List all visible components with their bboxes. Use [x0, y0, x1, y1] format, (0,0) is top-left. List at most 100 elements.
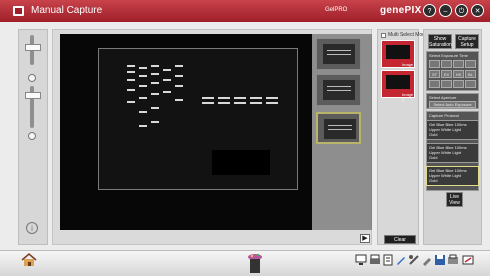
home-icon[interactable] — [21, 253, 37, 267]
exposure-group-title: Select Exposure Time — [429, 53, 468, 58]
edit-icon[interactable] — [421, 254, 433, 266]
filter-button-hx[interactable]: HX — [453, 70, 464, 78]
gel-band — [163, 79, 171, 81]
thumbnail-preview — [324, 119, 356, 139]
gel-band — [151, 65, 159, 67]
gel-band — [175, 65, 183, 67]
gel-band — [139, 67, 147, 69]
gel-band — [139, 125, 147, 127]
exposure-preset-button[interactable] — [453, 80, 464, 88]
bottom-toolbar — [0, 250, 490, 276]
monitor-icon[interactable] — [355, 254, 367, 266]
exposure-preset-button[interactable] — [429, 60, 440, 68]
multi-select-panel: Multi Select Mode Image 1 Image 2 — [377, 29, 428, 245]
zoom-out-icon[interactable] — [28, 132, 36, 140]
save-icon[interactable] — [434, 254, 446, 266]
settings-icon[interactable] — [462, 254, 474, 266]
filter-button-ex[interactable]: EX — [441, 70, 452, 78]
exposure-group: Select Exposure Time ST EX HX BL — [426, 51, 479, 91]
gel-band — [250, 102, 262, 104]
filter-button-st[interactable]: ST — [429, 70, 440, 78]
thumbnail-preview — [323, 80, 355, 100]
protocol-condition[interactable]: Gel Blue Bine 100ms Upper White Light Go… — [426, 120, 479, 140]
brightness-slider-thumb[interactable] — [25, 44, 41, 51]
brand-small: GelPRO — [325, 7, 348, 13]
exposure-preset-button[interactable] — [453, 60, 464, 68]
condition-line: Gold — [429, 155, 438, 160]
protocol-condition[interactable]: Gel Blue Bine 100ms Upper White Light Go… — [426, 143, 479, 163]
condition-line: Gold — [429, 178, 438, 183]
gel-band — [139, 111, 147, 113]
annotate-icon[interactable] — [395, 254, 407, 266]
window-title: Manual Capture — [31, 5, 103, 16]
mini-band — [327, 54, 351, 55]
capture-setup-button[interactable]: Capture Setup — [455, 34, 479, 49]
exposure-preset-button[interactable] — [441, 80, 452, 88]
captured-image[interactable]: Image 1 — [381, 40, 415, 72]
live-view-button[interactable]: Live View — [446, 192, 463, 207]
gel-band — [127, 65, 135, 67]
gel-band — [139, 85, 147, 87]
gel-band — [202, 102, 214, 104]
help-button[interactable]: ? — [423, 4, 436, 17]
tools-icon[interactable] — [408, 254, 420, 266]
mini-band — [328, 125, 352, 126]
capture-settings-panel: Show Saturation Capture Setup Select Exp… — [423, 29, 482, 245]
captured-image-caption: Image 2 — [402, 92, 414, 102]
left-control-panel: i — [18, 29, 48, 245]
exposure-preset-button[interactable] — [465, 80, 476, 88]
gel-band — [175, 75, 183, 77]
gel-band — [234, 97, 246, 99]
multi-select-checkbox[interactable] — [381, 33, 386, 38]
gel-dark-region — [212, 150, 270, 175]
minimize-button[interactable]: – — [439, 4, 452, 17]
filter-button-bl[interactable]: BL — [465, 70, 476, 78]
gel-band — [218, 102, 230, 104]
clear-button[interactable]: Clear — [384, 235, 416, 244]
zoom-slider-thumb[interactable] — [25, 92, 41, 99]
camera-icon — [13, 6, 24, 16]
captured-image-preview — [386, 75, 410, 89]
captured-image[interactable]: Image 2 — [381, 70, 415, 102]
captured-image-preview — [386, 45, 410, 59]
thumbnail-selected[interactable] — [316, 112, 361, 144]
exposure-preset-button[interactable] — [441, 60, 452, 68]
gel-band — [151, 93, 159, 95]
thumbnail-preview — [323, 44, 355, 64]
aperture-group: Select Aperture Select Auto Exposure Are… — [426, 93, 479, 113]
power-button[interactable]: ⏻ — [455, 4, 468, 17]
gel-band — [127, 79, 135, 81]
protocol-condition-selected[interactable]: Gel Blue Bine 100ms Upper White Light Go… — [426, 166, 479, 186]
auto-exposure-area-button[interactable]: Select Auto Exposure Area — [429, 101, 476, 113]
export-icon[interactable] — [447, 254, 459, 266]
zoom-in-icon[interactable] — [28, 74, 36, 82]
gel-band — [234, 102, 246, 104]
gel-band — [127, 101, 135, 103]
mini-band — [327, 50, 351, 51]
gel-band — [139, 97, 147, 99]
thumbnail[interactable] — [316, 38, 361, 70]
gel-band — [127, 89, 135, 91]
gel-band — [175, 99, 183, 101]
expand-icon[interactable]: ▶ — [360, 234, 370, 243]
imaging-system-icon[interactable] — [246, 252, 264, 274]
show-saturation-button[interactable]: Show Saturation — [428, 34, 452, 49]
mini-band — [327, 86, 351, 87]
gel-band — [151, 73, 159, 75]
gel-band — [218, 97, 230, 99]
gel-band — [250, 97, 262, 99]
document-icon[interactable] — [382, 254, 394, 266]
gel-band — [151, 107, 159, 109]
mini-band — [328, 129, 352, 130]
gel-band — [139, 75, 147, 77]
gel-band — [127, 71, 135, 73]
print-icon[interactable] — [369, 254, 381, 266]
exposure-preset-button[interactable] — [429, 80, 440, 88]
condition-line: Gold — [429, 132, 438, 137]
gel-band — [202, 97, 214, 99]
thumbnail[interactable] — [316, 74, 361, 106]
info-icon[interactable]: i — [26, 222, 38, 234]
gel-band — [151, 82, 159, 84]
exposure-preset-button[interactable] — [465, 60, 476, 68]
close-button[interactable]: ✕ — [471, 4, 484, 17]
